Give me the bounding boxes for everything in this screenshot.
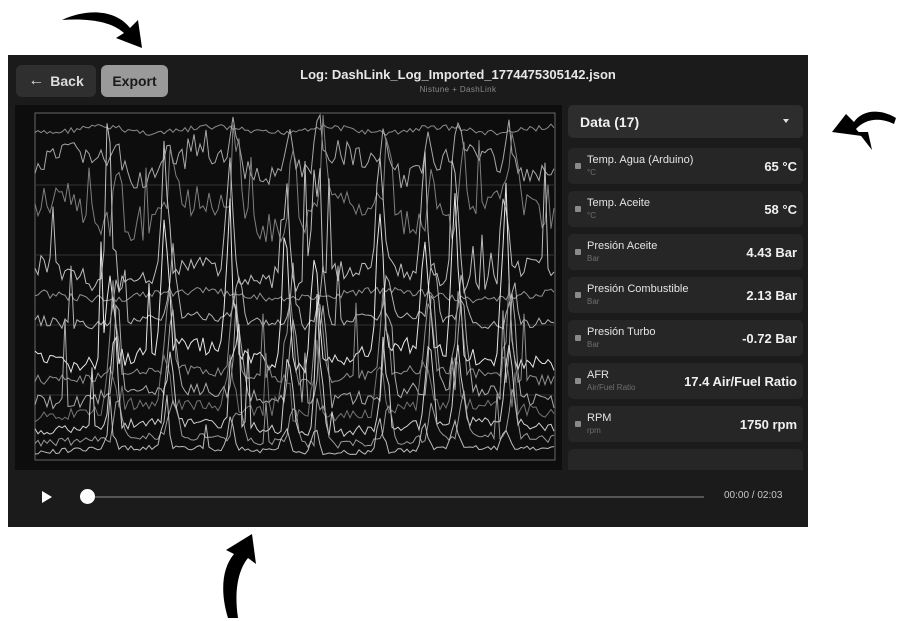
- data-item[interactable]: RPM rpm 1750 rpm: [568, 406, 803, 442]
- data-item[interactable]: Presión Combustible Bar 2.13 Bar: [568, 277, 803, 313]
- chart-area[interactable]: [15, 105, 562, 470]
- data-item-value: 65 °C: [764, 159, 797, 174]
- series-color-swatch: [575, 335, 581, 341]
- top-bar: ← Back Export Log: DashLink_Log_Imported…: [8, 55, 808, 105]
- data-item-unit: Bar: [587, 297, 600, 306]
- data-item-value: 17.4 Air/Fuel Ratio: [684, 374, 797, 389]
- data-item[interactable]: Presión Aceite Bar 4.43 Bar: [568, 234, 803, 270]
- series-color-swatch: [575, 378, 581, 384]
- data-item[interactable]: [568, 449, 803, 470]
- data-item-unit: Bar: [587, 254, 600, 263]
- data-panel: Data (17) Temp. Agua (Arduino) °C 65 °C Tem…: [568, 105, 803, 470]
- annotation-arrow-player: [223, 534, 256, 618]
- annotation-arrow-export: [62, 12, 142, 48]
- data-dropdown[interactable]: Data (17): [568, 105, 803, 138]
- log-title: Log: DashLink_Log_Imported_1774475305142…: [300, 67, 616, 82]
- playback-time: 00:00 / 02:03: [724, 490, 783, 501]
- back-arrow-icon: ←: [28, 72, 45, 89]
- data-item-name: Presión Combustible: [587, 283, 689, 295]
- data-item[interactable]: Temp. Aceite °C 58 °C: [568, 191, 803, 227]
- data-dropdown-label: Data (17): [580, 114, 640, 130]
- data-item-unit: °C: [587, 211, 596, 220]
- data-item-value: 58 °C: [764, 202, 797, 217]
- data-item-name: RPM: [587, 412, 612, 424]
- data-item-value: 2.13 Bar: [746, 288, 797, 303]
- series-line: [34, 388, 555, 449]
- playback-bar: 00:00 / 02:03: [8, 470, 808, 527]
- data-item-value: 1750 rpm: [739, 417, 797, 432]
- back-button[interactable]: ← Back: [16, 65, 96, 97]
- data-item-unit: Air/Fuel Ratio: [587, 383, 636, 392]
- series-color-swatch: [575, 292, 581, 298]
- export-button[interactable]: Export: [101, 65, 168, 97]
- annotation-arrow-panel: [832, 111, 896, 150]
- series-line: [34, 123, 555, 136]
- data-item-unit: Bar: [587, 340, 600, 349]
- data-item[interactable]: AFR Air/Fuel Ratio 17.4 Air/Fuel Ratio: [568, 363, 803, 399]
- back-label: Back: [50, 73, 84, 89]
- data-item-unit: °C: [587, 168, 596, 177]
- data-item-name: AFR: [587, 369, 609, 381]
- series-color-swatch: [575, 206, 581, 212]
- log-viewer-window: ← Back Export Log: DashLink_Log_Imported…: [8, 55, 808, 527]
- data-item[interactable]: Presión Turbo Bar -0.72 Bar: [568, 320, 803, 356]
- chevron-down-icon: [783, 119, 789, 123]
- data-item-name: Presión Aceite: [587, 240, 658, 252]
- log-subtitle: Nistune + DashLink: [419, 85, 497, 94]
- data-item[interactable]: Temp. Agua (Arduino) °C 65 °C: [568, 148, 803, 184]
- data-item-value: 4.43 Bar: [746, 245, 797, 260]
- series-line: [34, 114, 555, 243]
- log-chart[interactable]: [15, 105, 562, 470]
- data-item-name: Presión Turbo: [587, 326, 656, 338]
- series-color-swatch: [575, 249, 581, 255]
- data-item-name: Temp. Aceite: [587, 197, 650, 209]
- series-color-swatch: [575, 163, 581, 169]
- data-item-name: Temp. Agua (Arduino): [587, 154, 694, 166]
- playback-handle[interactable]: [80, 489, 95, 504]
- play-icon[interactable]: [42, 491, 52, 503]
- series-color-swatch: [575, 421, 581, 427]
- data-item-unit: rpm: [587, 426, 601, 435]
- data-item-value: -0.72 Bar: [742, 331, 797, 346]
- playback-track[interactable]: [88, 496, 704, 498]
